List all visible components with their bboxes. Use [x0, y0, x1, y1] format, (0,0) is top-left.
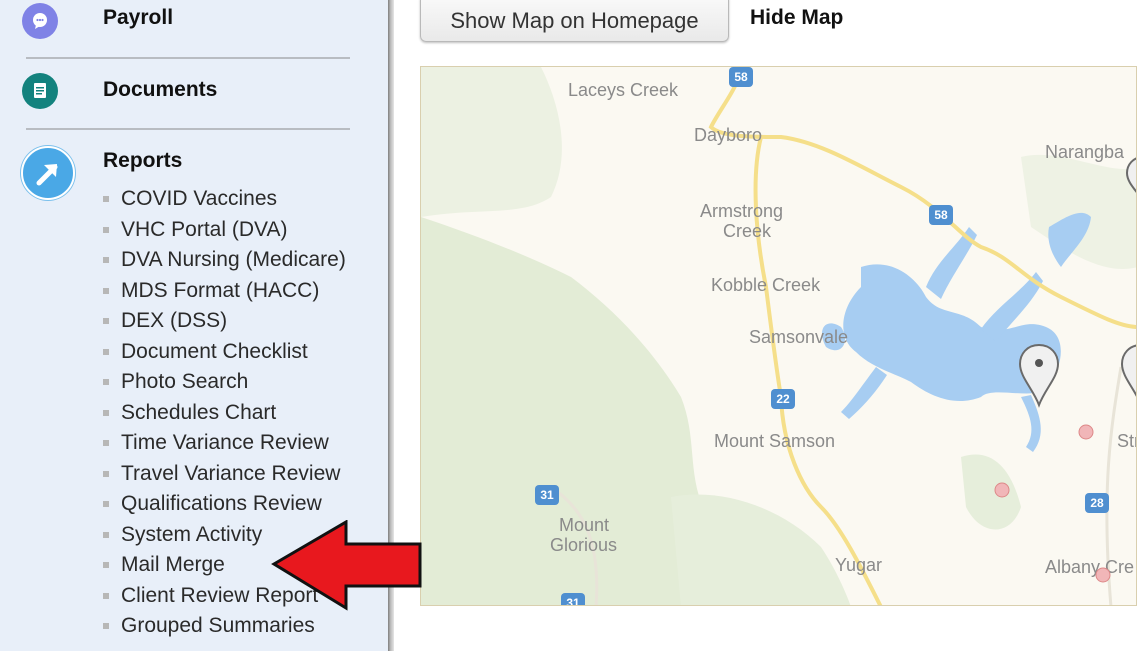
report-item-label: Qualifications Review [121, 492, 322, 516]
reports-title: Reports [103, 149, 183, 172]
report-item-label: COVID Vaccines [121, 187, 277, 211]
route-shield-31: 31 [561, 593, 585, 606]
map-dot [994, 482, 1010, 498]
red-arrow-annotation-icon [271, 520, 422, 611]
report-item-label: Document Checklist [121, 339, 308, 363]
map-label-mount: Mount [559, 515, 609, 535]
report-item[interactable]: Qualifications Review [103, 489, 346, 520]
divider [26, 57, 350, 59]
report-item-label: VHC Portal (DVA) [121, 217, 288, 241]
bullet-icon [103, 470, 109, 477]
map-dot [1078, 424, 1094, 440]
bullet-icon [103, 623, 109, 630]
document-icon [22, 73, 58, 109]
bullet-icon [103, 348, 109, 355]
svg-text:22: 22 [776, 392, 790, 406]
map-label-armstrong: Armstrong [700, 201, 783, 221]
route-shield-22: 22 [771, 389, 795, 409]
report-item[interactable]: Grouped Summaries [103, 611, 346, 642]
report-item[interactable]: Schedules Chart [103, 398, 346, 429]
bullet-icon [103, 196, 109, 203]
report-item-label: Photo Search [121, 370, 249, 394]
bullet-icon [103, 562, 109, 569]
report-item[interactable]: MDS Format (HACC) [103, 276, 346, 307]
report-item[interactable]: Time Variance Review [103, 428, 346, 459]
map-canvas: 58 58 22 31 31 28 Laceys Creek Dayboro N… [421, 67, 1137, 606]
map-marker-pin-icon[interactable] [1120, 344, 1137, 405]
report-item[interactable]: DEX (DSS) [103, 306, 346, 337]
hide-map-link[interactable]: Hide Map [750, 6, 843, 30]
map-label-dayboro: Dayboro [694, 125, 762, 145]
payroll-title: Payroll [103, 6, 174, 29]
route-shield-58: 58 [929, 205, 953, 225]
svg-text:58: 58 [734, 70, 748, 84]
report-item-label: Mail Merge [121, 553, 225, 577]
route-shield-58: 58 [729, 67, 753, 87]
bullet-icon [103, 501, 109, 508]
report-item-label: DVA Nursing (Medicare) [121, 248, 346, 272]
map-label-mount-samson: Mount Samson [714, 431, 835, 451]
bullet-icon [103, 287, 109, 294]
report-item[interactable]: DVA Nursing (Medicare) [103, 245, 346, 276]
report-item-label: System Activity [121, 522, 263, 546]
map-label-samsonvale: Samsonvale [749, 327, 848, 347]
report-item-label: Travel Variance Review [121, 461, 341, 485]
map[interactable]: 58 58 22 31 31 28 Laceys Creek Dayboro N… [420, 66, 1137, 606]
map-label-narangba: Narangba [1045, 142, 1125, 162]
route-shield-28: 28 [1085, 493, 1109, 513]
map-label-yugar: Yugar [835, 555, 882, 575]
bullet-icon [103, 531, 109, 538]
report-item[interactable]: VHC Portal (DVA) [103, 215, 346, 246]
map-label-laceys-creek: Laceys Creek [568, 80, 679, 100]
bullet-icon [103, 226, 109, 233]
report-item-label: DEX (DSS) [121, 309, 228, 333]
arrow-up-right-icon [21, 146, 75, 200]
bullet-icon [103, 592, 109, 599]
bullet-icon [103, 318, 109, 325]
map-label-str: Str [1117, 431, 1137, 451]
map-label-mount-glorious: Glorious [550, 535, 617, 555]
report-item[interactable]: Document Checklist [103, 337, 346, 368]
map-marker-pin-icon[interactable] [1018, 343, 1060, 408]
svg-text:31: 31 [540, 488, 554, 502]
route-shield-31: 31 [535, 485, 559, 505]
report-item[interactable]: COVID Vaccines [103, 184, 346, 215]
svg-text:31: 31 [566, 596, 580, 606]
map-label-armstrong-creek: Creek [723, 221, 772, 241]
bullet-icon [103, 379, 109, 386]
map-dot [1095, 567, 1111, 583]
report-item-label: Grouped Summaries [121, 614, 315, 638]
chat-bubble-icon [22, 3, 58, 39]
report-item-label: MDS Format (HACC) [121, 278, 320, 302]
svg-text:28: 28 [1090, 496, 1104, 510]
report-item-label: Schedules Chart [121, 400, 277, 424]
map-label-albany-creek: Albany Cre [1045, 557, 1134, 577]
documents-title: Documents [103, 78, 218, 101]
svg-text:58: 58 [934, 208, 948, 222]
report-item[interactable]: Photo Search [103, 367, 346, 398]
bullet-icon [103, 409, 109, 416]
map-label-kobble-creek: Kobble Creek [711, 275, 821, 295]
bullet-icon [103, 440, 109, 447]
divider [26, 128, 350, 130]
report-item[interactable]: Travel Variance Review [103, 459, 346, 490]
show-map-on-homepage-button[interactable]: Show Map on Homepage [420, 0, 729, 42]
bullet-icon [103, 257, 109, 264]
report-item-label: Time Variance Review [121, 431, 329, 455]
